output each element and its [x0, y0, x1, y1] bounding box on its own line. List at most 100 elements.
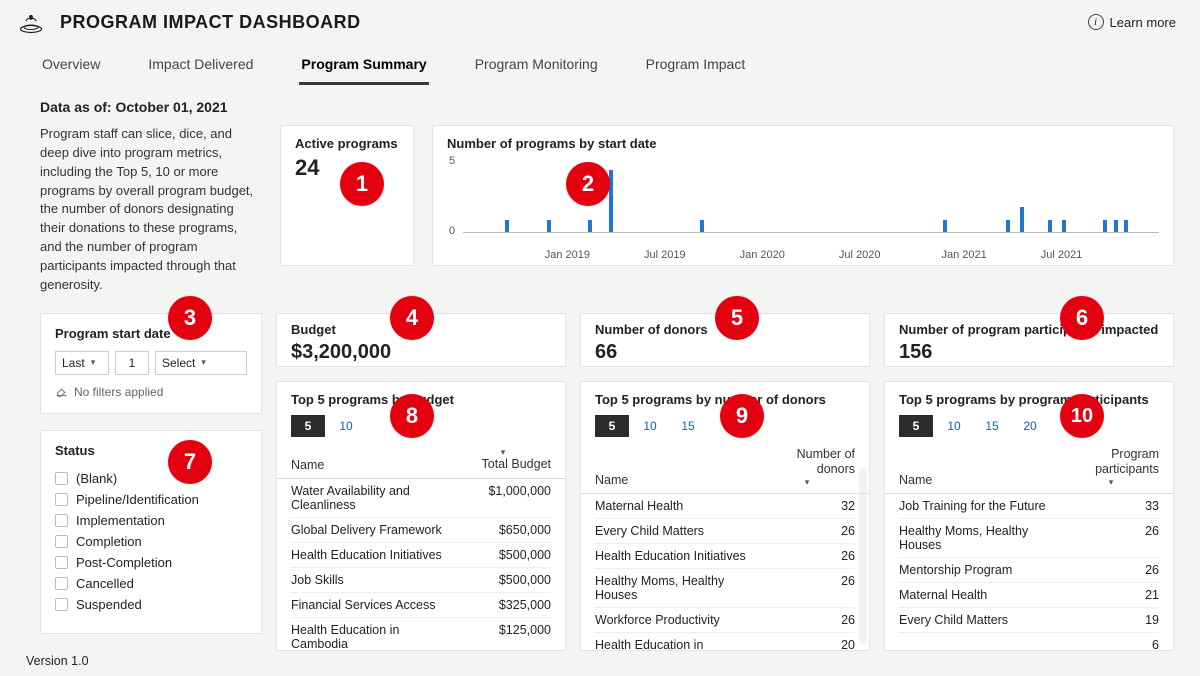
status-option-label: Completion	[76, 534, 142, 549]
chart-bar[interactable]	[1124, 220, 1128, 232]
table-row[interactable]: Health Education Initiatives$500,000	[291, 543, 551, 568]
chart-bar[interactable]	[1006, 220, 1010, 232]
table-row[interactable]: Job Skills$500,000	[291, 568, 551, 593]
col-total-budget[interactable]: ▾Total Budget	[455, 447, 551, 473]
chart-bar[interactable]	[609, 170, 613, 232]
status-option[interactable]: Pipeline/Identification	[55, 489, 247, 510]
tab-program-monitoring[interactable]: Program Monitoring	[473, 50, 600, 85]
status-option[interactable]: Cancelled	[55, 573, 247, 594]
status-option[interactable]: Post-Completion	[55, 552, 247, 573]
chart-bar[interactable]	[1062, 220, 1066, 232]
table-row[interactable]: 6	[899, 633, 1159, 650]
filter-unit-select[interactable]: Select▾	[155, 351, 247, 375]
topn-tab[interactable]: 10	[633, 415, 667, 437]
filter-count-input[interactable]: 1	[115, 351, 149, 375]
cell-name: Job Training for the Future	[899, 499, 1063, 513]
y-tick-5: 5	[449, 155, 455, 167]
table-row[interactable]: Health Education in Cambodia$125,000	[291, 618, 551, 650]
budget-value: $3,200,000	[291, 341, 551, 364]
status-option[interactable]: Implementation	[55, 510, 247, 531]
status-option[interactable]: Suspended	[55, 594, 247, 615]
tab-overview[interactable]: Overview	[40, 50, 102, 85]
tab-impact-delivered[interactable]: Impact Delivered	[146, 50, 255, 85]
col-participants[interactable]: Program participants▾	[1063, 447, 1159, 488]
checkbox-icon	[55, 598, 68, 611]
scrollbar[interactable]	[859, 468, 867, 644]
status-option-label: Cancelled	[76, 576, 134, 591]
cell-value: 20	[759, 638, 855, 650]
cell-name: Health Education in Cambodia	[291, 623, 455, 650]
topn-tab[interactable]: 10	[329, 415, 363, 437]
chart-title: Number of programs by start date	[447, 136, 1159, 151]
tab-program-summary[interactable]: Program Summary	[299, 50, 428, 85]
chart-bar[interactable]	[1103, 220, 1107, 232]
active-programs-label: Active programs	[295, 136, 399, 151]
chart-bar[interactable]	[700, 220, 704, 232]
table-row[interactable]: Health Education in Cambodia20	[595, 633, 855, 650]
status-option[interactable]: Completion	[55, 531, 247, 552]
data-as-of: Data as of: October 01, 2021	[40, 99, 1174, 115]
table-row[interactable]: Every Child Matters26	[595, 519, 855, 544]
table-row[interactable]: Maternal Health21	[899, 583, 1159, 608]
cell-name: Every Child Matters	[899, 613, 1063, 627]
col-name[interactable]: Name	[291, 458, 455, 472]
card-donors: Number of donors 66	[580, 313, 870, 367]
learn-more-label: Learn more	[1110, 15, 1176, 30]
sort-desc-icon: ▾	[759, 477, 855, 488]
cell-name: Health Education Initiatives	[595, 549, 759, 563]
table-row[interactable]: Maternal Health32	[595, 494, 855, 519]
cell-name: Financial Services Access	[291, 598, 455, 612]
table-row[interactable]: Every Child Matters19	[899, 608, 1159, 633]
no-filters-label: No filters applied	[74, 385, 163, 399]
table-row[interactable]: Financial Services Access$325,000	[291, 593, 551, 618]
cell-name: Health Education Initiatives	[291, 548, 455, 562]
status-option[interactable]: (Blank)	[55, 468, 247, 489]
learn-more-link[interactable]: i Learn more	[1088, 14, 1176, 30]
filter-mode-select[interactable]: Last▾	[55, 351, 109, 375]
chart-bar[interactable]	[1020, 207, 1024, 232]
cell-value: 19	[1063, 613, 1159, 627]
cell-name: Healthy Moms, Healthy Houses	[899, 524, 1063, 552]
topn-tab[interactable]: 10	[937, 415, 971, 437]
table-row[interactable]: Workforce Productivity26	[595, 608, 855, 633]
table-row[interactable]: Global Delivery Framework$650,000	[291, 518, 551, 543]
table-row[interactable]: Health Education Initiatives26	[595, 544, 855, 569]
col-name[interactable]: Name	[595, 473, 759, 487]
topn-tab[interactable]: 15	[975, 415, 1009, 437]
chart-bar[interactable]	[1114, 220, 1118, 232]
table-row[interactable]: Healthy Moms, Healthy Houses26	[899, 519, 1159, 558]
x-tick: Jul 2019	[644, 249, 686, 261]
col-num-donors[interactable]: Number of donors▾	[759, 447, 855, 488]
table-row[interactable]: Water Availability and Cleanliness$1,000…	[291, 479, 551, 518]
status-option-label: Pipeline/Identification	[76, 492, 199, 507]
x-tick: Jul 2020	[839, 249, 881, 261]
table-row[interactable]: Job Training for the Future33	[899, 494, 1159, 519]
no-filters-row[interactable]: No filters applied	[55, 385, 247, 399]
topn-tab[interactable]: 5	[899, 415, 933, 437]
topn-tab[interactable]: 5	[595, 415, 629, 437]
topn-tab[interactable]: 20	[1013, 415, 1047, 437]
cell-value: $125,000	[455, 623, 551, 650]
x-tick: Jan 2020	[740, 249, 785, 261]
info-icon: i	[1088, 14, 1104, 30]
cell-name: Job Skills	[291, 573, 455, 587]
card-budget: Budget $3,200,000	[276, 313, 566, 367]
chart-bar[interactable]	[588, 220, 592, 232]
participants-label: Number of program participants impacted	[899, 322, 1159, 337]
topn-tab[interactable]: 5	[291, 415, 325, 437]
topn-tab[interactable]: 15	[671, 415, 705, 437]
filter-start-date-title: Program start date	[55, 326, 247, 341]
cell-value: 26	[759, 574, 855, 602]
cell-name	[899, 638, 1063, 650]
col-name[interactable]: Name	[899, 473, 1063, 487]
table-row[interactable]: Mentorship Program26	[899, 558, 1159, 583]
chart-bar[interactable]	[505, 220, 509, 232]
chart-area[interactable]: 5 0 Jan 2019Jul 2019Jan 2020Jul 2020Jan …	[463, 155, 1159, 247]
table-row[interactable]: Healthy Moms, Healthy Houses26	[595, 569, 855, 608]
tab-program-impact[interactable]: Program Impact	[644, 50, 748, 85]
chart-bar[interactable]	[943, 220, 947, 232]
chart-bar[interactable]	[1048, 220, 1052, 232]
chart-bar[interactable]	[547, 220, 551, 232]
donors-value: 66	[595, 341, 855, 364]
cell-value: 26	[1063, 563, 1159, 577]
